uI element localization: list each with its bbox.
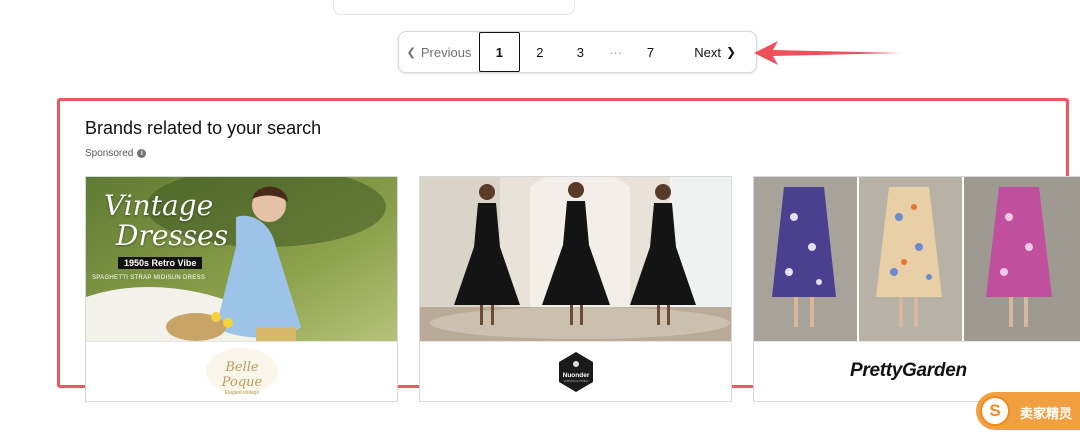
brand-logo-zone[interactable]: Belle Poque Elegant vintage bbox=[86, 341, 397, 401]
result-card-fragment bbox=[333, 0, 575, 15]
chevron-left-icon: ❮ bbox=[406, 46, 416, 59]
pagination: ❮ Previous 1 2 3 ··· 7 Next ❯ bbox=[398, 31, 757, 73]
sponsored-text: Sponsored bbox=[85, 148, 134, 159]
page-7-link[interactable]: 7 bbox=[630, 32, 671, 72]
chevron-right-icon: ❯ bbox=[725, 45, 736, 59]
page-1-current[interactable]: 1 bbox=[479, 32, 520, 72]
brand-card-image[interactable]: Vintage Dresses 1950s Retro Vibe SPAGHET… bbox=[86, 177, 397, 341]
brand-logo-subtext: FASHION CLOTHING bbox=[564, 380, 589, 383]
sponsored-label: Sponsored i bbox=[85, 148, 147, 159]
brand-logo-zone[interactable]: Nuonder FASHION CLOTHING bbox=[420, 341, 731, 401]
brand-logo-text: Nuonder bbox=[563, 372, 590, 379]
brands-section-title: Brands related to your search bbox=[85, 118, 322, 138]
brand-logo-text: Belle Poque bbox=[221, 360, 263, 390]
brand-card-image[interactable] bbox=[420, 177, 731, 341]
next-label: Next bbox=[694, 44, 721, 60]
page-2-link[interactable]: 2 bbox=[520, 32, 561, 72]
next-page-button[interactable]: Next ❯ bbox=[671, 32, 756, 72]
page-3-link[interactable]: 3 bbox=[560, 32, 601, 72]
info-icon[interactable]: i bbox=[137, 149, 147, 158]
image-title-line1: Vintage bbox=[104, 189, 214, 222]
annotation-arrow bbox=[754, 41, 902, 65]
brand-card-prettygarden[interactable]: PrettyGarden bbox=[753, 176, 1080, 402]
image-title-line2: Dresses bbox=[116, 219, 229, 252]
brand-logo: Belle Poque Elegant vintage bbox=[206, 348, 278, 396]
floral-dress-photo bbox=[754, 177, 1080, 341]
nuonder-logo: Nuonder FASHION CLOTHING bbox=[559, 352, 593, 392]
brand-card-image[interactable] bbox=[754, 177, 1080, 341]
seller-sprite-label: 卖家精灵 bbox=[1020, 406, 1073, 421]
image-subtitle: SPAGHETTI STRAP MIDISUN DRESS bbox=[92, 275, 206, 281]
image-tag: 1950s Retro Vibe bbox=[118, 257, 203, 269]
seller-sprite-badge[interactable]: S 卖家精灵 bbox=[976, 392, 1080, 430]
seller-sprite-icon: S bbox=[980, 396, 1010, 426]
brand-card-nuonder[interactable]: Nuonder FASHION CLOTHING bbox=[419, 176, 732, 402]
brand-card-belle-poque[interactable]: Vintage Dresses 1950s Retro Vibe SPAGHET… bbox=[85, 176, 398, 402]
pagination-ellipsis: ··· bbox=[608, 44, 622, 60]
brand-logo-text: PrettyGarden bbox=[850, 360, 967, 381]
brand-logo-subtext: Elegant vintage bbox=[224, 390, 260, 396]
previous-label: Previous bbox=[420, 44, 472, 60]
black-dress-photo bbox=[420, 177, 731, 341]
previous-page-button[interactable]: ❮ Previous bbox=[399, 32, 479, 72]
